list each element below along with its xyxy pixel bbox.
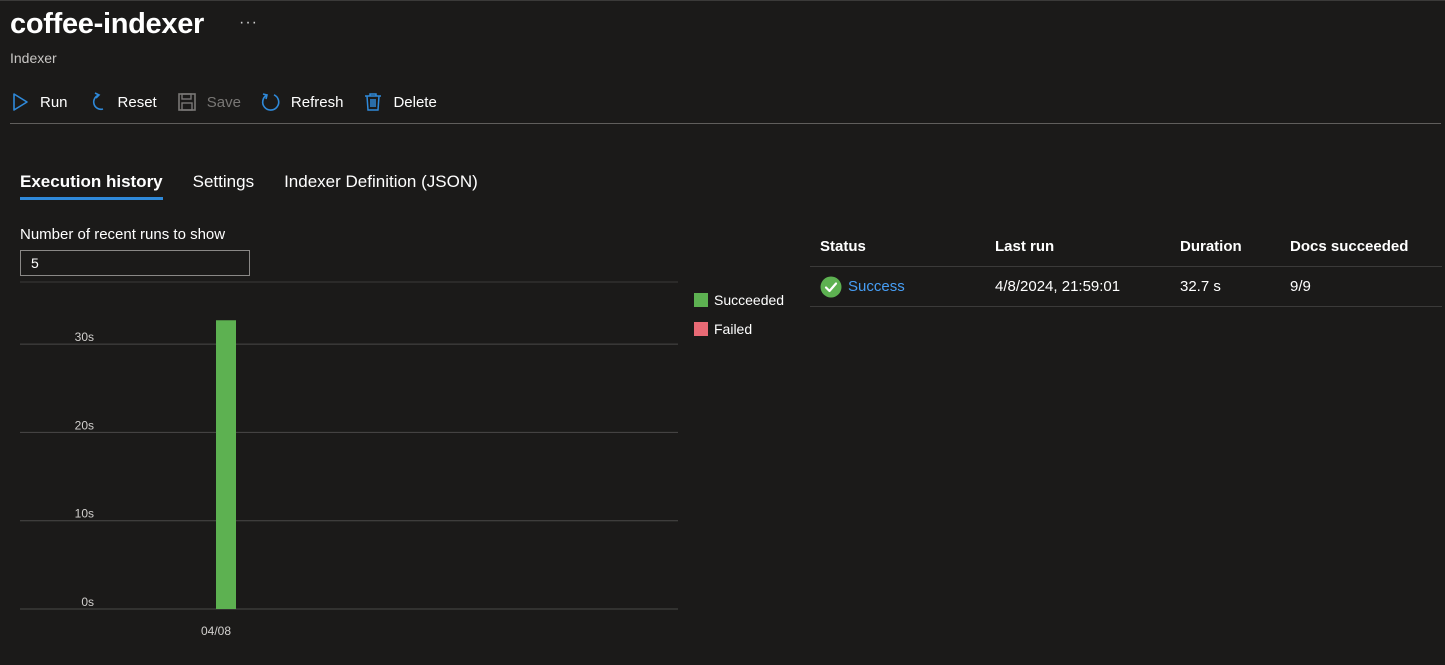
header-last-run: Last run xyxy=(995,237,1055,255)
header-docs-succeeded: Docs succeeded xyxy=(1290,237,1409,255)
status-cell: Success xyxy=(810,276,995,298)
execution-chart: 0s 10s 20s 30s 04/08 xyxy=(20,281,678,638)
run-label: Run xyxy=(40,93,68,111)
legend-failed-label: Failed xyxy=(714,320,753,337)
execution-table: Status Last run Duration Docs succeeded … xyxy=(810,226,1442,307)
status-success-link[interactable]: Success xyxy=(848,278,905,295)
tab-indexer-definition[interactable]: Indexer Definition (JSON) xyxy=(284,172,478,200)
legend-item-succeeded: Succeeded xyxy=(694,285,784,314)
save-icon xyxy=(177,92,197,112)
more-options-button[interactable]: ··· xyxy=(239,14,258,32)
recent-runs-input[interactable] xyxy=(20,250,250,276)
legend-succeeded-label: Succeeded xyxy=(714,291,785,308)
tab-settings[interactable]: Settings xyxy=(193,172,254,200)
trash-icon xyxy=(363,92,383,112)
recent-runs-label: Number of recent runs to show xyxy=(20,226,226,243)
tab-execution-history[interactable]: Execution history xyxy=(20,172,163,200)
tab-bar: Execution history Settings Indexer Defin… xyxy=(20,172,508,200)
refresh-icon xyxy=(261,92,281,112)
chart-legend: Succeeded Failed xyxy=(694,285,784,343)
delete-label: Delete xyxy=(393,93,437,111)
x-tick-label: 04/08 xyxy=(201,624,231,638)
y-tick-label: 0s xyxy=(81,595,94,609)
duration-cell: 32.7 s xyxy=(1180,278,1221,295)
command-bar: Run Reset Save Refresh Delete xyxy=(10,86,457,118)
reset-button[interactable]: Reset xyxy=(88,86,157,118)
refresh-label: Refresh xyxy=(290,93,344,111)
page-title: coffee-indexer xyxy=(10,8,205,40)
reset-label: Reset xyxy=(117,93,157,111)
header-duration: Duration xyxy=(1180,237,1242,255)
legend-item-failed: Failed xyxy=(694,314,784,343)
refresh-button[interactable]: Refresh xyxy=(261,86,344,118)
toolbar-divider xyxy=(10,123,1441,124)
table-header: Status Last run Duration Docs succeeded xyxy=(810,226,1442,267)
save-button[interactable]: Save xyxy=(177,86,241,118)
play-icon xyxy=(10,92,30,112)
page-subtitle: Indexer xyxy=(10,50,57,66)
failed-swatch xyxy=(694,321,708,336)
y-tick-label: 20s xyxy=(75,418,94,432)
save-label: Save xyxy=(206,93,241,111)
docs-succeeded-cell: 9/9 xyxy=(1290,278,1311,295)
top-border xyxy=(0,0,1445,1)
delete-button[interactable]: Delete xyxy=(363,86,437,118)
table-row[interactable]: Success 4/8/2024, 21:59:01 32.7 s 9/9 xyxy=(810,267,1442,307)
reset-icon xyxy=(88,92,108,112)
run-button[interactable]: Run xyxy=(10,86,68,118)
succeeded-swatch xyxy=(694,292,708,307)
last-run-cell: 4/8/2024, 21:59:01 xyxy=(995,278,1121,295)
success-check-icon xyxy=(820,276,842,298)
y-tick-label: 30s xyxy=(75,330,94,344)
header-status: Status xyxy=(820,237,866,255)
y-tick-label: 10s xyxy=(75,507,94,521)
bar-succeeded xyxy=(216,320,236,609)
